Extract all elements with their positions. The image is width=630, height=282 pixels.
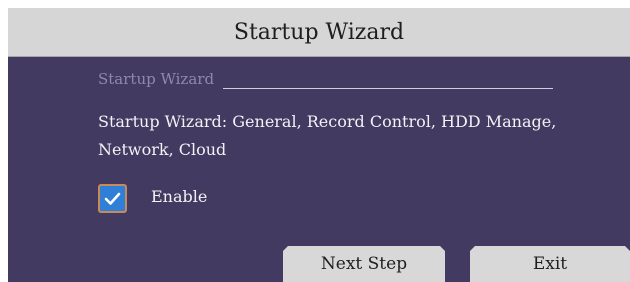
section-divider <box>223 88 553 89</box>
wizard-description: Startup Wizard: General, Record Control,… <box>98 112 557 159</box>
checkmark-icon <box>104 192 121 205</box>
enable-checkbox[interactable] <box>98 184 127 213</box>
exit-button[interactable]: Exit <box>470 246 630 282</box>
section-title: Startup Wizard <box>98 70 215 88</box>
next-step-button[interactable]: Next Step <box>283 246 445 282</box>
dialog-title: Startup Wizard <box>8 8 630 57</box>
enable-label: Enable <box>151 187 208 206</box>
startup-wizard-dialog: Startup Wizard Startup Wizard Startup Wi… <box>8 8 630 282</box>
